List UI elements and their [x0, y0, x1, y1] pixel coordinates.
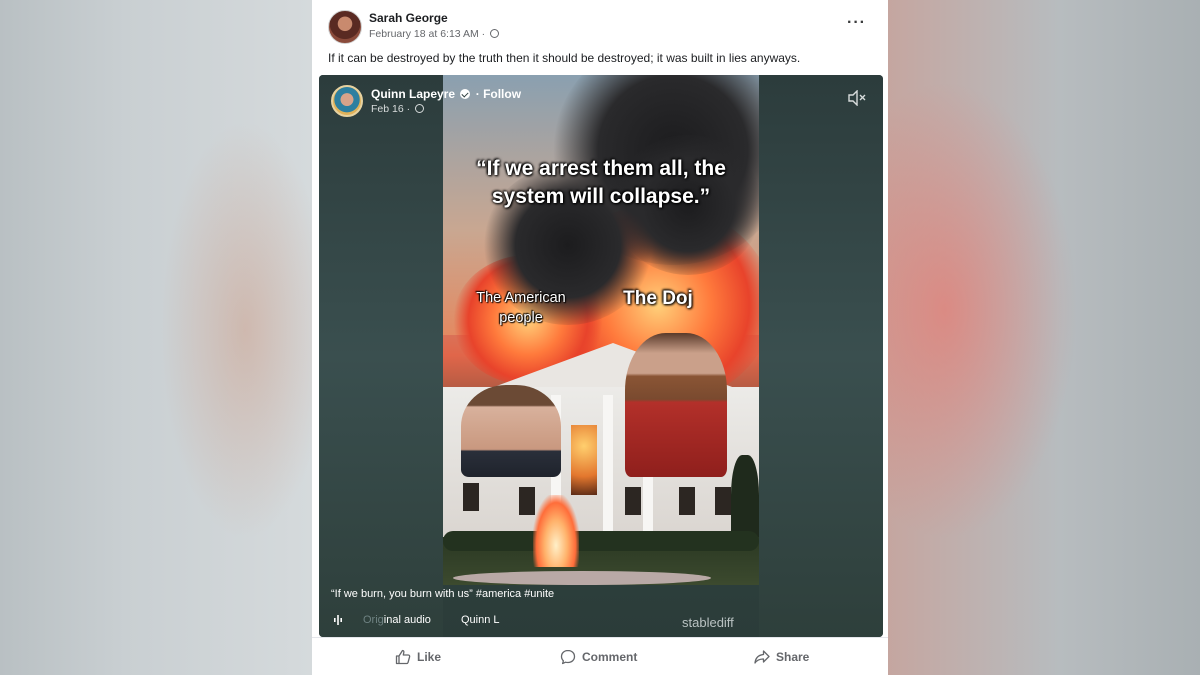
- post-timestamp[interactable]: February 18 at 6:13 AM: [369, 28, 479, 40]
- meme-quote: “If we arrest them all, the system will …: [476, 157, 726, 208]
- share-button[interactable]: Share: [754, 646, 809, 668]
- white-house-door: [571, 425, 597, 495]
- embedded-author-avatar[interactable]: [331, 85, 363, 117]
- comment-icon: [560, 649, 576, 665]
- video-frame[interactable]: “If we arrest them all, the system will …: [443, 75, 759, 585]
- video-letterbox-left: [319, 75, 443, 637]
- meme-label-left: The American people: [476, 290, 566, 326]
- globe-icon: [490, 29, 500, 38]
- shared-video[interactable]: “If we arrest them all, the system will …: [319, 75, 883, 637]
- audio-row[interactable]: Original audio Quinn L: [331, 613, 871, 629]
- verified-badge-icon: [460, 89, 471, 99]
- facebook-post: Sarah George February 18 at 6:13 AM · ··…: [312, 0, 888, 675]
- audio-wave-icon: [334, 615, 342, 625]
- white-house-column: [603, 395, 613, 545]
- white-house-window: [463, 483, 479, 511]
- flowerbed: [453, 571, 711, 585]
- globe-icon: [415, 104, 425, 113]
- author-avatar[interactable]: [328, 10, 362, 44]
- thumbs-up-icon: [395, 649, 411, 665]
- embedded-post-meta: Feb 16 ·: [371, 103, 425, 115]
- post-text: If it can be destroyed by the truth then…: [328, 51, 801, 65]
- post-meta: February 18 at 6:13 AM ·: [369, 28, 500, 40]
- hedge: [443, 531, 759, 551]
- white-house-window: [625, 487, 641, 515]
- audio-label: Original audio: [363, 614, 431, 626]
- embedded-author-line: Quinn Lapeyre · Follow: [371, 87, 522, 101]
- background-blur-right: [888, 0, 1200, 675]
- like-button[interactable]: Like: [395, 646, 441, 668]
- person-left-image: [461, 385, 561, 477]
- embedded-post-header: Quinn Lapeyre · Follow Feb 16 ·: [331, 85, 581, 119]
- embedded-post-date[interactable]: Feb 16: [371, 103, 404, 115]
- video-caption: “If we burn, you burn with us” #america …: [331, 588, 555, 600]
- video-letterbox-right: [759, 75, 883, 637]
- mute-icon[interactable]: [847, 90, 867, 106]
- more-options-icon[interactable]: ···: [847, 15, 866, 31]
- follow-link[interactable]: Follow: [483, 87, 521, 101]
- audio-author[interactable]: Quinn L: [461, 614, 500, 626]
- post-actions-bar: Like Comment Share: [312, 637, 888, 675]
- white-house-window: [715, 487, 731, 515]
- watermark: stablediff: [682, 615, 734, 630]
- white-house-window: [679, 487, 695, 515]
- embedded-author-name[interactable]: Quinn Lapeyre: [371, 87, 455, 101]
- author-name[interactable]: Sarah George: [369, 11, 448, 25]
- fountain-fire: [533, 495, 579, 567]
- person-right-image: [625, 333, 727, 477]
- post-header: Sarah George February 18 at 6:13 AM · ··…: [328, 8, 872, 44]
- comment-button[interactable]: Comment: [560, 646, 637, 668]
- share-icon: [754, 650, 770, 664]
- background-blur-left: [0, 0, 330, 675]
- meme-label-right: The Doj: [623, 288, 693, 309]
